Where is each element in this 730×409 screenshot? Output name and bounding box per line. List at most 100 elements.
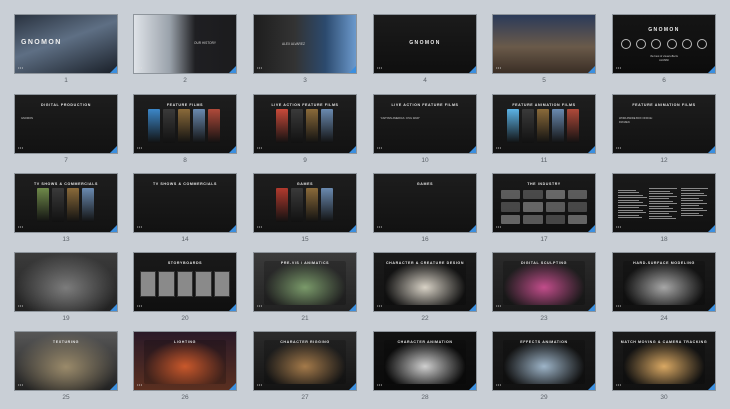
studio-logos — [501, 190, 587, 224]
slide-thumbnail-29[interactable]: EFFECTS ANIMATION ••• 29 — [492, 331, 596, 409]
slide-preview[interactable]: PRE-VIS / ANIMATICS ••• — [253, 252, 357, 312]
slide-thumbnail-22[interactable]: CHARACTER & CREATURE DESIGN ••• 22 — [373, 252, 477, 330]
slide-thumbnail-11[interactable]: FEATURE ANIMATION FILMS ••• 11 — [492, 94, 596, 172]
slide-preview[interactable]: ALEX ALVAREZ ••• — [253, 14, 357, 74]
slide-thumbnail-27[interactable]: CHARACTER RIGGING ••• 27 — [253, 331, 357, 409]
slide-thumbnail-6[interactable]: GNOMON the best of visual effects ALUMNI ••… — [612, 14, 716, 92]
transition-corner-icon — [708, 304, 715, 311]
slide-sorter-grid: GNOMON ••• 1 OUR HISTORY ••• 2 ALEX ALVAREZ •••… — [0, 0, 730, 404]
poster-image — [291, 109, 303, 143]
slide-thumbnail-7[interactable]: DIGITAL PRODUCTION GNOMON ••• 7 — [14, 94, 118, 172]
slide-preview[interactable]: CHARACTER RIGGING ••• — [253, 331, 357, 391]
poster-image — [306, 188, 318, 222]
slide-image — [503, 261, 585, 305]
slide-thumbnail-12[interactable]: FEATURE ANIMATION FILMS WORLDWIDE BOX OFF… — [612, 94, 716, 172]
transition-corner-icon — [110, 304, 117, 311]
slide-dots-icon: ••• — [137, 65, 143, 70]
slide-preview[interactable]: OUR HISTORY ••• — [133, 14, 237, 74]
slide-thumbnail-2[interactable]: OUR HISTORY ••• 2 — [133, 14, 237, 92]
slide-preview[interactable]: EFFECTS ANIMATION ••• — [492, 331, 596, 391]
slide-number: 21 — [301, 315, 309, 322]
slide-dots-icon: ••• — [137, 224, 143, 229]
slide-preview[interactable]: GNOMON ••• — [14, 14, 118, 74]
studio-list — [618, 188, 710, 219]
slide-preview[interactable]: ••• — [492, 14, 596, 74]
slide-title: TV SHOWS & COMMERCIALS — [152, 182, 218, 186]
slide-dots-icon: ••• — [377, 145, 383, 150]
slide-heading: GNOMON — [21, 39, 62, 46]
slide-thumbnail-26[interactable]: LIGHTING ••• 26 — [133, 331, 237, 409]
slide-preview[interactable]: HARD-SURFACE MODELING ••• — [612, 252, 716, 312]
poster-image — [567, 109, 579, 143]
slide-heading: GNOMON — [648, 27, 680, 33]
slide-preview[interactable]: DIGITAL PRODUCTION GNOMON ••• — [14, 94, 118, 154]
slide-body-text: GNOMON — [21, 117, 113, 121]
poster-image — [208, 109, 220, 143]
slide-preview[interactable]: ••• — [612, 173, 716, 233]
slide-number: 11 — [540, 157, 548, 164]
slide-title: CHARACTER ANIMATION — [397, 340, 453, 344]
slide-thumbnail-19[interactable]: ••• 19 — [14, 252, 118, 330]
slide-preview[interactable]: DIGITAL SCULPTING ••• — [492, 252, 596, 312]
slide-preview[interactable]: TV SHOWS & COMMERCIALS ••• — [133, 173, 237, 233]
transition-corner-icon — [349, 383, 356, 390]
slide-preview[interactable]: TV SHOWS & COMMERCIALS ••• — [14, 173, 118, 233]
studio-logo — [501, 202, 521, 212]
slide-preview[interactable]: FEATURE ANIMATION FILMS WORLDWIDE BOX OFF… — [612, 94, 716, 154]
slide-thumbnail-13[interactable]: TV SHOWS & COMMERCIALS ••• 13 — [14, 173, 118, 251]
slide-title: HARD-SURFACE MODELING — [633, 261, 695, 265]
slide-thumbnail-3[interactable]: ALEX ALVAREZ ••• 3 — [253, 14, 357, 92]
slide-thumbnail-14[interactable]: TV SHOWS & COMMERCIALS ••• 14 — [133, 173, 237, 251]
poster-image — [193, 109, 205, 143]
laurel-icon — [696, 39, 707, 49]
transition-corner-icon — [469, 304, 476, 311]
slide-thumbnail-21[interactable]: PRE-VIS / ANIMATICS ••• 21 — [253, 252, 357, 330]
slide-thumbnail-24[interactable]: HARD-SURFACE MODELING ••• 24 — [612, 252, 716, 330]
slide-thumbnail-5[interactable]: ••• 5 — [492, 14, 596, 92]
slide-title: PRE-VIS / ANIMATICS — [280, 261, 330, 265]
slide-thumbnail-10[interactable]: LIVE ACTION FEATURE FILMS “CAPTAIN AMERIC… — [373, 94, 477, 172]
slide-number: 6 — [662, 77, 666, 84]
slide-preview[interactable]: ••• — [14, 252, 118, 312]
slide-title: TEXTURING — [52, 340, 80, 344]
slide-dots-icon: ••• — [257, 224, 263, 229]
poster-image — [321, 188, 333, 222]
slide-thumbnail-23[interactable]: DIGITAL SCULPTING ••• 23 — [492, 252, 596, 330]
slide-dots-icon: ••• — [496, 303, 502, 308]
slide-preview[interactable]: LIVE ACTION FEATURE FILMS ••• — [253, 94, 357, 154]
slide-preview[interactable]: CHARACTER ANIMATION ••• — [373, 331, 477, 391]
slide-thumbnail-1[interactable]: GNOMON ••• 1 — [14, 14, 118, 92]
slide-thumbnail-25[interactable]: TEXTURING ••• 25 — [14, 331, 118, 409]
slide-preview[interactable]: GAMES ••• — [253, 173, 357, 233]
slide-preview[interactable]: FEATURE ANIMATION FILMS ••• — [492, 94, 596, 154]
slide-preview[interactable]: LIVE ACTION FEATURE FILMS “CAPTAIN AMERIC… — [373, 94, 477, 154]
slide-thumbnail-4[interactable]: GNOMON ••• 4 — [373, 14, 477, 92]
studio-logo — [501, 190, 521, 200]
slide-thumbnail-16[interactable]: GAMES ••• 16 — [373, 173, 477, 251]
slide-preview[interactable]: GNOMON ••• — [373, 14, 477, 74]
slide-image — [144, 340, 226, 384]
slide-thumbnail-17[interactable]: THE INDUSTRY ••• 17 — [492, 173, 596, 251]
slide-preview[interactable]: LIGHTING ••• — [133, 331, 237, 391]
slide-title: CHARACTER RIGGING — [280, 340, 330, 344]
transition-corner-icon — [588, 146, 595, 153]
slide-preview[interactable]: STORYBOARDS ••• — [133, 252, 237, 312]
slide-preview[interactable]: GNOMON the best of visual effects ALUMNI ••… — [612, 14, 716, 74]
slide-thumbnail-28[interactable]: CHARACTER ANIMATION ••• 28 — [373, 331, 477, 409]
slide-thumbnail-15[interactable]: GAMES ••• 15 — [253, 173, 357, 251]
transition-corner-icon — [469, 225, 476, 232]
slide-thumbnail-9[interactable]: LIVE ACTION FEATURE FILMS ••• 9 — [253, 94, 357, 172]
slide-thumbnail-8[interactable]: FEATURE FILMS ••• 8 — [133, 94, 237, 172]
slide-thumbnail-18[interactable]: ••• 18 — [612, 173, 716, 251]
slide-thumbnail-30[interactable]: MATCH MOVING & CAMERA TRACKING ••• 30 — [612, 331, 716, 409]
slide-preview[interactable]: TEXTURING ••• — [14, 331, 118, 391]
slide-preview[interactable]: THE INDUSTRY ••• — [492, 173, 596, 233]
slide-preview[interactable]: GAMES ••• — [373, 173, 477, 233]
slide-preview[interactable]: MATCH MOVING & CAMERA TRACKING ••• — [612, 331, 716, 391]
slide-dots-icon: ••• — [18, 224, 24, 229]
slide-preview[interactable]: CHARACTER & CREATURE DESIGN ••• — [373, 252, 477, 312]
slide-thumbnail-20[interactable]: STORYBOARDS ••• 20 — [133, 252, 237, 330]
transition-corner-icon — [469, 146, 476, 153]
slide-preview[interactable]: FEATURE FILMS ••• — [133, 94, 237, 154]
slide-dots-icon: ••• — [616, 224, 622, 229]
